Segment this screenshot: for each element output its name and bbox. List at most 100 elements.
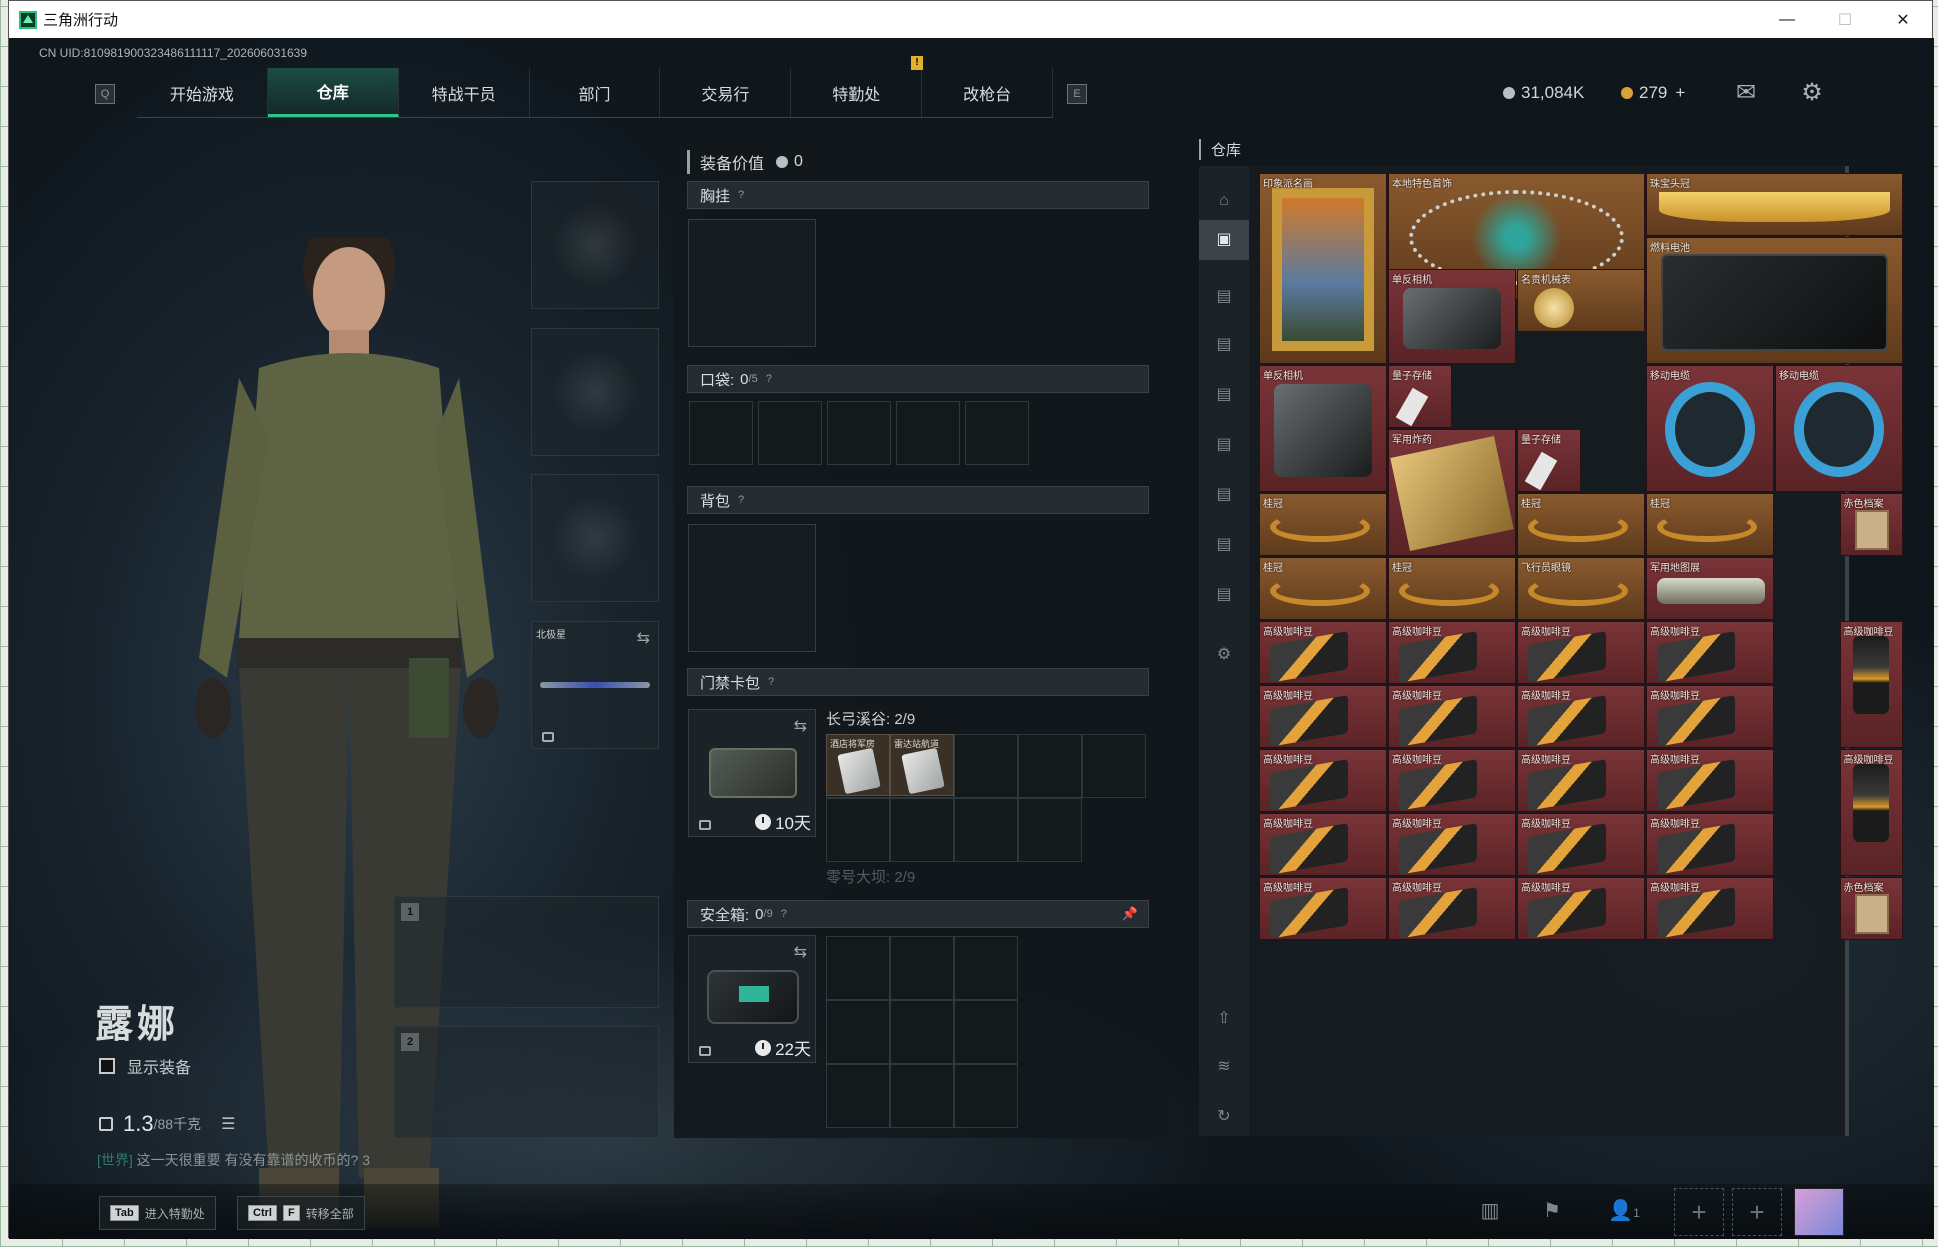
storage-item[interactable]: 高级咖啡豆 [1259, 685, 1387, 748]
secure-case-cell[interactable] [890, 1064, 954, 1128]
gold-currency[interactable]: 279 + [1621, 83, 1685, 103]
minimize-button[interactable]: — [1758, 1, 1816, 38]
storage-upgrade-icon[interactable]: ⇧ [1211, 1006, 1237, 1032]
friends-icon[interactable]: 👤1 [1599, 1198, 1649, 1228]
storage-item[interactable]: 军用地图展 [1646, 557, 1774, 620]
storage-item[interactable]: 珠宝头冠 [1646, 173, 1903, 236]
primary-weapon-slot-2[interactable]: 2 [394, 1026, 659, 1138]
storage-item[interactable]: 高级咖啡豆 [1646, 813, 1774, 876]
keycard-slot[interactable] [1082, 734, 1146, 798]
secure-case-cell[interactable] [826, 1064, 890, 1128]
swap-icon[interactable]: ⇆ [637, 628, 650, 648]
secure-case-cell[interactable] [954, 1064, 1018, 1128]
tab-trading[interactable]: 交易行 [660, 68, 792, 117]
help-icon[interactable]: ? [738, 189, 744, 201]
close-button[interactable]: ✕ [1874, 1, 1932, 38]
secure-case-cell[interactable] [826, 1000, 890, 1064]
keycard-item[interactable]: 酒店将军房 [826, 734, 890, 796]
storage-page-3-icon[interactable]: ▤ [1211, 382, 1237, 408]
armor-slot[interactable] [531, 328, 659, 456]
help-icon[interactable]: ? [766, 373, 772, 385]
storage-item[interactable]: 高级咖啡豆 [1517, 749, 1645, 812]
storage-settings-icon[interactable]: ⚙ [1211, 642, 1237, 668]
storage-item[interactable]: 高级咖啡豆 [1839, 749, 1903, 876]
tab-start-game[interactable]: 开始游戏 [137, 68, 268, 117]
storage-item[interactable]: 移动电缆 [1775, 365, 1903, 492]
storage-item[interactable]: 桂冠 [1517, 493, 1645, 556]
storage-item[interactable]: 高级咖啡豆 [1517, 685, 1645, 748]
keycard-bag-slot[interactable]: ⇆ 10天 [688, 709, 816, 837]
storage-item[interactable]: 高级咖啡豆 [1388, 877, 1516, 940]
nav-next-key[interactable]: E [1067, 84, 1087, 104]
settings-gear-icon[interactable]: ⚙ [1797, 78, 1827, 106]
chat-message[interactable]: [世界] 这一天很重要 有没有靠谱的收币的? 3 [97, 1150, 370, 1170]
pin-icon[interactable]: 📌 [1122, 906, 1138, 922]
secure-case-cell[interactable] [954, 1000, 1018, 1064]
nav-prev-key[interactable]: Q [95, 84, 115, 104]
storage-page-5-icon[interactable]: ▤ [1211, 482, 1237, 508]
mail-icon[interactable]: ✉ [1731, 78, 1761, 106]
pocket-slot[interactable] [896, 401, 960, 465]
help-icon[interactable]: ? [738, 494, 744, 506]
helmet-slot[interactable] [531, 181, 659, 309]
primary-weapon-slot-1[interactable]: 1 [394, 896, 659, 1008]
secure-case-slot[interactable]: ⇆ 22天 [688, 935, 816, 1063]
storage-page-2-icon[interactable]: ▤ [1211, 332, 1237, 358]
secure-case-cell[interactable] [954, 936, 1018, 1000]
secure-case-cell[interactable] [890, 1000, 954, 1064]
hint-transfer-all[interactable]: Ctrl F 转移全部 [237, 1196, 365, 1230]
invite-slot-1[interactable]: + [1674, 1188, 1724, 1236]
storage-item[interactable]: 赤色档案 [1839, 877, 1903, 940]
storage-item[interactable]: 桂冠 [1259, 557, 1387, 620]
help-icon[interactable]: ? [768, 676, 774, 688]
storage-item[interactable]: 单反相机 [1388, 269, 1516, 364]
keycard-slot[interactable] [826, 798, 890, 862]
secure-case-cell[interactable] [890, 936, 954, 1000]
storage-item[interactable]: 量子存储 [1517, 429, 1581, 492]
sort-icon[interactable]: ↻ [1211, 1104, 1237, 1130]
all-items-icon[interactable]: ⌂ [1211, 188, 1237, 214]
swap-icon[interactable]: ⇆ [794, 942, 807, 962]
secure-case-cell[interactable] [826, 936, 890, 1000]
pistol-slot[interactable] [531, 474, 659, 602]
storage-item[interactable]: 高级咖啡豆 [1259, 813, 1387, 876]
tab-operators[interactable]: 特战干员 [399, 68, 530, 117]
storage-item[interactable]: 高级咖啡豆 [1517, 813, 1645, 876]
tab-gunsmith[interactable]: 改枪台 [922, 68, 1054, 117]
storage-item[interactable]: 高级咖啡豆 [1388, 621, 1516, 684]
valuables-icon[interactable]: ▣ [1199, 220, 1249, 260]
storage-item[interactable]: 高级咖啡豆 [1388, 749, 1516, 812]
keycard-slot[interactable] [1018, 798, 1082, 862]
storage-item[interactable]: 印象派名画 [1259, 173, 1387, 364]
storage-item[interactable]: 高级咖啡豆 [1517, 877, 1645, 940]
list-icon[interactable]: ☰ [221, 1114, 235, 1134]
tab-department[interactable]: 部门 [530, 68, 661, 117]
storage-item[interactable]: 桂冠 [1646, 493, 1774, 556]
storage-item[interactable]: 高级咖啡豆 [1646, 685, 1774, 748]
swap-icon[interactable]: ⇆ [794, 716, 807, 736]
maximize-button[interactable]: ☐ [1816, 1, 1874, 38]
storage-item[interactable]: 军用炸药 [1388, 429, 1516, 556]
pocket-slot[interactable] [827, 401, 891, 465]
keycard-slot[interactable] [890, 798, 954, 862]
invite-slot-2[interactable]: + [1732, 1188, 1782, 1236]
help-icon[interactable]: ? [781, 908, 787, 920]
hint-enter-special-ops[interactable]: Tab 进入特勤处 [99, 1196, 216, 1230]
storage-page-1-icon[interactable]: ▤ [1211, 284, 1237, 310]
chest-rig-slot[interactable] [688, 219, 816, 347]
storage-page-4-icon[interactable]: ▤ [1211, 432, 1237, 458]
storage-item[interactable]: 高级咖啡豆 [1259, 749, 1387, 812]
tab-special-ops[interactable]: 特勤处 [791, 68, 923, 117]
storage-item[interactable]: 高级咖啡豆 [1259, 621, 1387, 684]
storage-page-6-icon[interactable]: ▤ [1211, 532, 1237, 558]
storage-item[interactable]: 单反相机 [1259, 365, 1387, 492]
storage-item[interactable]: 赤色档案 [1839, 493, 1903, 556]
storage-item[interactable]: 燃料电池 [1646, 237, 1903, 364]
add-gold-button[interactable]: + [1675, 83, 1685, 103]
stats-icon[interactable]: ▥ [1475, 1198, 1505, 1228]
keycard-slot[interactable] [1018, 734, 1082, 798]
storage-item[interactable]: 桂冠 [1259, 493, 1387, 556]
storage-item[interactable]: 高级咖啡豆 [1259, 877, 1387, 940]
pocket-slot[interactable] [965, 401, 1029, 465]
avatar[interactable] [1794, 1188, 1844, 1236]
